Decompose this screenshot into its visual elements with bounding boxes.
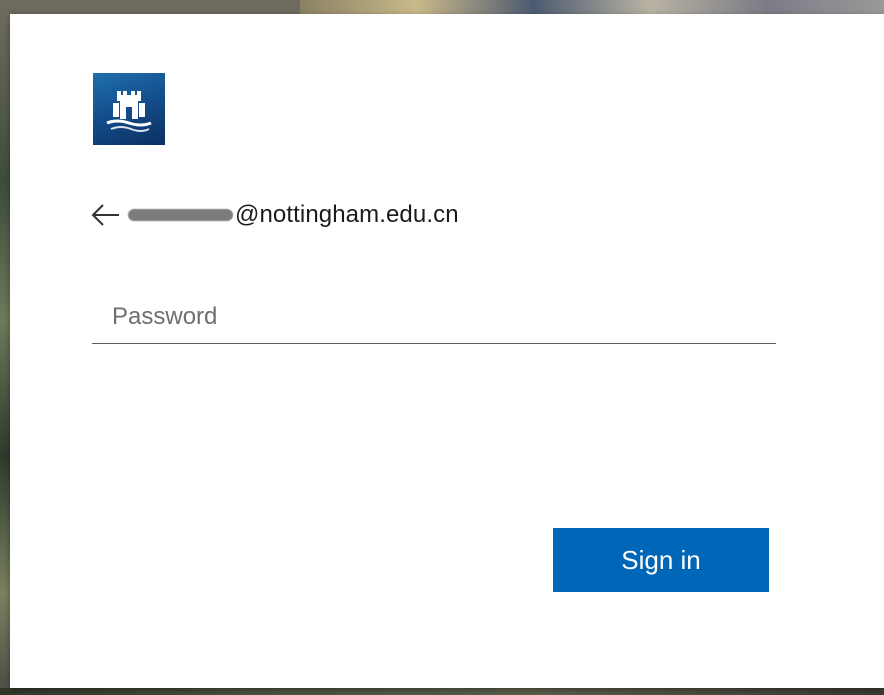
account-identity: @nottingham.edu.cn (90, 198, 459, 232)
background-top-edge (300, 0, 884, 14)
redacted-username (128, 209, 233, 221)
sign-in-button[interactable]: Sign in (553, 528, 769, 592)
castle-logo-icon (106, 91, 152, 132)
email-domain: @nottingham.edu.cn (235, 201, 459, 228)
background-bottom-edge (0, 688, 884, 695)
password-input[interactable] (92, 290, 776, 344)
sign-in-dialog: @nottingham.edu.cn Sign in (10, 14, 884, 688)
back-arrow-icon (91, 204, 119, 226)
background-left-edge (0, 14, 10, 695)
back-button[interactable] (90, 201, 122, 229)
university-logo (93, 73, 165, 145)
